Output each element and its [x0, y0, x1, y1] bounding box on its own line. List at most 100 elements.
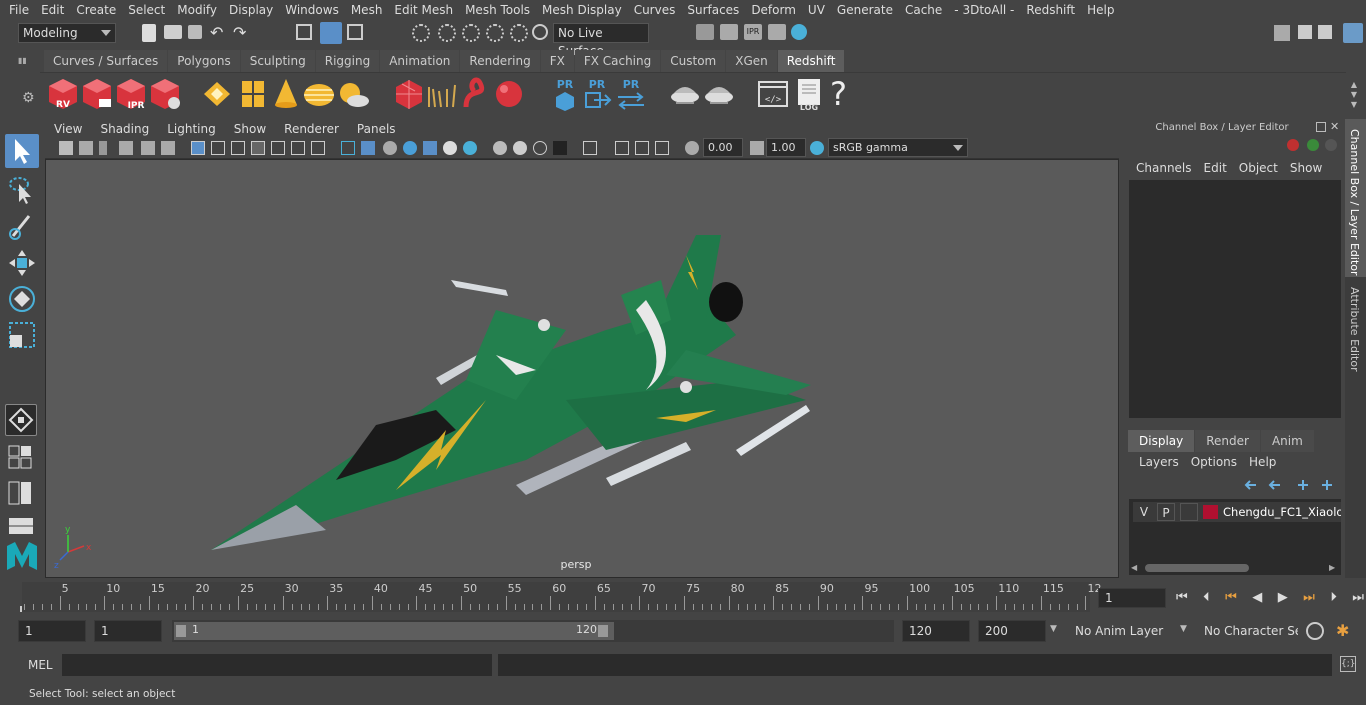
menu-select[interactable]: Select [122, 0, 171, 20]
ipr-render-icon[interactable]: IPR [744, 24, 762, 40]
image-plane-icon[interactable] [119, 141, 133, 155]
grease-pencil-icon[interactable] [161, 141, 175, 155]
go-to-start-icon[interactable]: ⏮ [1176, 590, 1188, 605]
layer-display-type-toggle[interactable] [1180, 503, 1198, 521]
exposure-field[interactable]: 0.00 [703, 138, 743, 157]
viewport-menu-panels[interactable]: Panels [348, 122, 405, 136]
motion-blur-icon[interactable] [513, 141, 527, 155]
shelf-scroll-icon[interactable]: ▲ ▼ ▼ [1348, 80, 1360, 110]
select-hierarchy-icon[interactable] [296, 24, 312, 40]
menu-generate[interactable]: Generate [831, 0, 899, 20]
layer-row[interactable]: V P Chengdu_FC1_Xiaolong [1133, 502, 1341, 522]
rotate-tool-icon[interactable] [5, 282, 39, 316]
layer-name[interactable]: Chengdu_FC1_Xiaolong [1223, 502, 1341, 522]
shelf-tab-sculpting[interactable]: Sculpting [240, 50, 315, 72]
lasso-tool-icon[interactable] [5, 172, 39, 206]
menu-mesh[interactable]: Mesh [345, 0, 389, 20]
frame-all-icon[interactable] [655, 141, 669, 155]
scroll-left-icon[interactable]: ◀ [1131, 563, 1137, 572]
sphere-material-icon[interactable] [492, 77, 526, 111]
side-tab-attribute-editor[interactable]: Attribute Editor [1345, 279, 1366, 379]
render-settings-icon[interactable] [696, 24, 714, 40]
2d-pan-zoom-icon[interactable] [141, 141, 155, 155]
save-scene-icon[interactable] [188, 25, 202, 39]
viewport-menu-renderer[interactable]: Renderer [275, 122, 348, 136]
close-icon[interactable]: ✕ [1330, 120, 1339, 133]
paint-select-tool-icon[interactable] [5, 208, 39, 242]
log-file-icon[interactable]: LOG [792, 77, 826, 111]
layout-two-view-icon[interactable] [5, 480, 39, 506]
animation-end-field[interactable]: 200 [978, 620, 1046, 642]
curve-shader-icon[interactable] [460, 77, 494, 111]
shelf-tab-rigging[interactable]: Rigging [315, 50, 380, 72]
play-backwards-icon[interactable]: ◀ [1252, 590, 1262, 605]
channel-menu-show[interactable]: Show [1284, 161, 1328, 175]
snap-grid-icon[interactable] [412, 24, 430, 42]
jet-model[interactable]: x y z persp [46, 160, 1118, 577]
dome-light-icon[interactable] [302, 77, 336, 111]
safe-title-icon[interactable] [311, 141, 325, 155]
script-editor-icon[interactable]: </> [756, 77, 790, 111]
new-scene-icon[interactable] [142, 24, 156, 42]
menu-edit-mesh[interactable]: Edit Mesh [388, 0, 459, 20]
depth-of-field-icon[interactable] [553, 141, 567, 155]
render-settings-gear-icon[interactable] [148, 77, 182, 111]
hypershade-icon[interactable] [791, 24, 807, 40]
proxy-icon[interactable] [200, 77, 234, 111]
viewport-menu-view[interactable]: View [45, 122, 91, 136]
camera-icon[interactable] [59, 141, 73, 155]
live-surface-field[interactable]: No Live Surface [553, 23, 649, 58]
hyperbolic-icon[interactable] [1325, 139, 1337, 151]
tessellation-icon[interactable] [236, 77, 270, 111]
xray-icon[interactable] [423, 141, 437, 155]
xray-active-icon[interactable] [635, 141, 649, 155]
viewport-menu-shading[interactable]: Shading [91, 122, 158, 136]
chevron-down-icon[interactable]: ▼ [1050, 624, 1057, 634]
menu-cache[interactable]: Cache [899, 0, 948, 20]
layer-action-icons[interactable] [1242, 477, 1338, 493]
volume-light-icon[interactable] [269, 77, 303, 111]
shelf-tab-fx-caching[interactable]: FX Caching [574, 50, 661, 72]
sun-sky-icon[interactable] [336, 77, 370, 111]
help-question-icon[interactable]: ? [830, 75, 847, 113]
hair-icon[interactable] [425, 77, 459, 111]
textured-icon[interactable] [403, 141, 417, 155]
menu-surfaces[interactable]: Surfaces [681, 0, 745, 20]
layer-tab-display[interactable]: Display [1128, 430, 1195, 452]
anim-preferences-icon[interactable]: ✱ [1336, 622, 1354, 640]
channel-menu-channels[interactable]: Channels [1130, 161, 1198, 175]
select-tool-icon[interactable] [5, 134, 39, 168]
mel-label[interactable]: MEL [28, 658, 53, 672]
ipr-render-icon[interactable]: IPR [114, 77, 148, 111]
range-slider-start-handle[interactable] [176, 625, 186, 637]
float-icon[interactable] [1316, 122, 1326, 132]
default-material-icon[interactable] [383, 141, 397, 155]
render-frame-icon[interactable] [720, 24, 738, 40]
menu-modify[interactable]: Modify [171, 0, 223, 20]
menu-3dtoall[interactable]: - 3DtoAll - [948, 0, 1020, 20]
grid-icon[interactable] [191, 141, 205, 155]
isolate-select-icon[interactable] [583, 141, 597, 155]
move-tool-icon[interactable] [5, 246, 39, 280]
channel-menu-edit[interactable]: Edit [1198, 161, 1233, 175]
layout-four-view-icon[interactable] [5, 444, 39, 470]
shelf-tab-curves-surfaces[interactable]: Curves / Surfaces [44, 50, 168, 72]
bookmark-icon[interactable] [99, 141, 107, 155]
open-scene-icon[interactable] [164, 25, 182, 39]
ambient-occlusion-icon[interactable] [493, 141, 507, 155]
channel-menu-object[interactable]: Object [1233, 161, 1284, 175]
shelf-tab-rendering[interactable]: Rendering [460, 50, 540, 72]
menu-curves[interactable]: Curves [628, 0, 682, 20]
current-frame-field[interactable]: 1 [1098, 588, 1166, 608]
speed-icon[interactable] [1307, 139, 1319, 151]
scale-tool-icon[interactable] [5, 318, 39, 352]
toggle-layout-icon[interactable] [1318, 25, 1332, 39]
gate-mask-icon[interactable] [251, 141, 265, 155]
exposure-icon[interactable] [685, 141, 699, 155]
menu-mesh-display[interactable]: Mesh Display [536, 0, 628, 20]
pr-export-icon[interactable]: PR [580, 77, 614, 111]
scroll-thumb[interactable] [1145, 564, 1249, 572]
script-editor-icon[interactable]: {;} [1340, 656, 1356, 672]
3d-scene[interactable]: x y z persp [46, 160, 1118, 577]
character-set-dropdown[interactable]: No Character Set [1197, 620, 1299, 642]
